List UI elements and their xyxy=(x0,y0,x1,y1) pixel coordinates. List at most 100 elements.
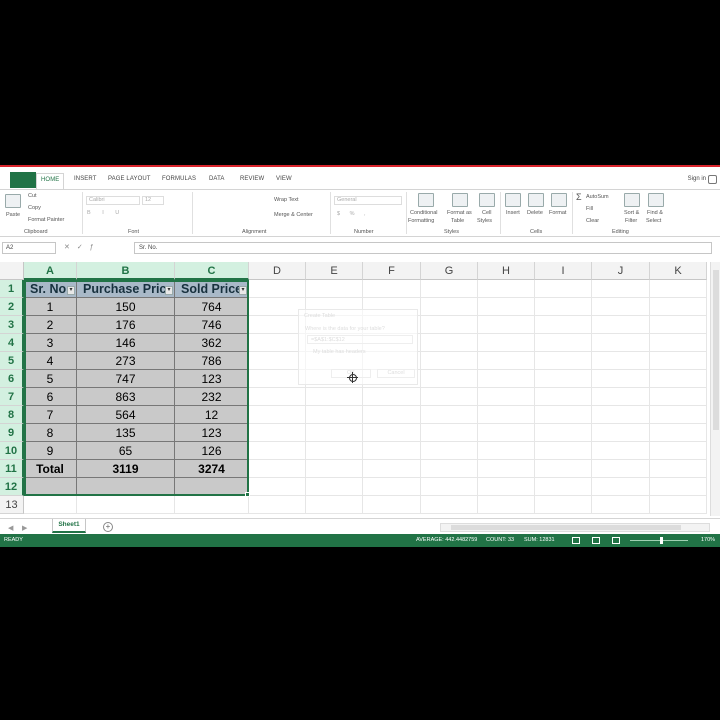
cell[interactable] xyxy=(592,280,650,298)
cell[interactable] xyxy=(175,496,249,514)
cell[interactable] xyxy=(77,496,175,514)
column-header-g[interactable]: G xyxy=(421,262,478,280)
column-header-a[interactable]: A xyxy=(24,262,77,280)
conditional-formatting-line2[interactable]: Formatting xyxy=(408,218,434,224)
cell[interactable] xyxy=(478,334,535,352)
cell[interactable] xyxy=(592,478,650,496)
find-select-line2[interactable]: Select xyxy=(646,218,661,224)
table-cell[interactable]: 6 xyxy=(24,388,77,406)
table-cell[interactable] xyxy=(175,478,249,496)
merge-center-button[interactable]: Merge & Center xyxy=(274,212,313,218)
cell[interactable] xyxy=(650,424,707,442)
number-format-select[interactable]: General xyxy=(334,196,402,205)
total-cell[interactable]: 3119 xyxy=(77,460,175,478)
cell[interactable] xyxy=(478,460,535,478)
column-header-j[interactable]: J xyxy=(592,262,650,280)
row-header-9[interactable]: 9 xyxy=(0,424,24,442)
paste-icon[interactable] xyxy=(5,194,21,208)
filter-dropdown-icon[interactable]: ▾ xyxy=(165,286,173,295)
format-painter-button[interactable]: Format Painter xyxy=(28,217,64,223)
cell-styles-icon[interactable] xyxy=(479,193,495,207)
cell[interactable] xyxy=(306,388,363,406)
sign-in-link[interactable]: Sign in xyxy=(688,176,706,182)
number-format-buttons[interactable]: $ % , xyxy=(337,211,370,217)
cell[interactable] xyxy=(478,298,535,316)
page-layout-view-icon[interactable] xyxy=(592,537,600,544)
formula-input[interactable]: Sr. No. xyxy=(134,242,712,254)
formula-bar-icons[interactable]: ✕✓ƒ xyxy=(64,243,101,251)
cell[interactable] xyxy=(650,460,707,478)
cell[interactable] xyxy=(592,298,650,316)
row-header-3[interactable]: 3 xyxy=(0,316,24,334)
row-header-5[interactable]: 5 xyxy=(0,352,24,370)
cell[interactable] xyxy=(421,334,478,352)
cell[interactable] xyxy=(421,478,478,496)
sheet-nav-next-icon[interactable]: ▶ xyxy=(22,524,27,532)
find-select-line1[interactable]: Find & xyxy=(647,210,663,216)
headers-checkbox[interactable]: My table has headers xyxy=(313,349,366,355)
table-cell[interactable]: 135 xyxy=(77,424,175,442)
horizontal-scroll-thumb[interactable] xyxy=(451,525,681,530)
table-header-cell[interactable]: Sold Price xyxy=(175,280,249,298)
wrap-text-button[interactable]: Wrap Text xyxy=(274,197,299,203)
cell[interactable] xyxy=(421,298,478,316)
cell[interactable] xyxy=(592,496,650,514)
row-header-6[interactable]: 6 xyxy=(0,370,24,388)
font-name-select[interactable]: Calibri xyxy=(86,196,140,205)
cell[interactable] xyxy=(421,352,478,370)
cell[interactable] xyxy=(249,442,306,460)
cell[interactable] xyxy=(535,298,592,316)
cell[interactable] xyxy=(478,478,535,496)
row-header-11[interactable]: 11 xyxy=(0,460,24,478)
row-header-8[interactable]: 8 xyxy=(0,406,24,424)
table-cell[interactable]: 1 xyxy=(24,298,77,316)
cell[interactable] xyxy=(535,370,592,388)
vertical-scroll-thumb[interactable] xyxy=(713,270,719,430)
column-header-i[interactable]: I xyxy=(535,262,592,280)
sort-filter-line1[interactable]: Sort & xyxy=(624,210,639,216)
cell[interactable] xyxy=(249,280,306,298)
cell[interactable] xyxy=(650,478,707,496)
zoom-slider[interactable] xyxy=(630,540,688,541)
tab-data[interactable]: DATA xyxy=(209,176,225,182)
insert-cells-icon[interactable] xyxy=(505,193,521,207)
copy-button[interactable]: Copy xyxy=(28,205,41,211)
table-header-cell[interactable]: Purchase Price xyxy=(77,280,175,298)
cell[interactable] xyxy=(363,388,421,406)
cell[interactable] xyxy=(650,352,707,370)
clear-button[interactable]: Clear xyxy=(586,218,599,224)
fill-handle[interactable] xyxy=(245,492,250,497)
spreadsheet-grid[interactable]: A B C D E F G H I J K 1 2 3 4 5 6 7 8 9 10 11 12 13 Sr. No ▾ Purch… xyxy=(0,262,710,516)
delete-cells-button[interactable]: Delete xyxy=(527,210,543,216)
tab-home[interactable]: HOME xyxy=(36,173,65,189)
cell[interactable] xyxy=(535,352,592,370)
cell[interactable] xyxy=(478,280,535,298)
table-cell[interactable]: 3 xyxy=(24,334,77,352)
cell[interactable] xyxy=(592,334,650,352)
cell[interactable] xyxy=(363,406,421,424)
tab-view[interactable]: VIEW xyxy=(276,176,292,182)
format-as-table-icon[interactable] xyxy=(452,193,468,207)
cut-button[interactable]: Cut xyxy=(28,193,37,199)
cell[interactable] xyxy=(306,424,363,442)
conditional-formatting-line1[interactable]: Conditional xyxy=(410,210,438,216)
total-cell[interactable]: 3274 xyxy=(175,460,249,478)
total-cell[interactable]: Total xyxy=(24,460,77,478)
dialog-cancel-button[interactable]: Cancel xyxy=(377,369,415,378)
format-cells-icon[interactable] xyxy=(551,193,567,207)
cell[interactable] xyxy=(535,316,592,334)
fill-button[interactable]: Fill xyxy=(586,206,593,212)
cell[interactable] xyxy=(421,460,478,478)
cell[interactable] xyxy=(363,460,421,478)
row-header-13[interactable]: 13 xyxy=(0,496,24,514)
cell[interactable] xyxy=(363,424,421,442)
table-cell[interactable]: 362 xyxy=(175,334,249,352)
table-range-input[interactable]: =$A$1:$C$12 xyxy=(307,335,413,344)
cell[interactable] xyxy=(650,406,707,424)
cell[interactable] xyxy=(306,406,363,424)
cell[interactable] xyxy=(650,298,707,316)
insert-cells-button[interactable]: Insert xyxy=(506,210,520,216)
table-cell[interactable]: 12 xyxy=(175,406,249,424)
select-all-corner[interactable] xyxy=(0,262,24,280)
cell[interactable] xyxy=(421,424,478,442)
